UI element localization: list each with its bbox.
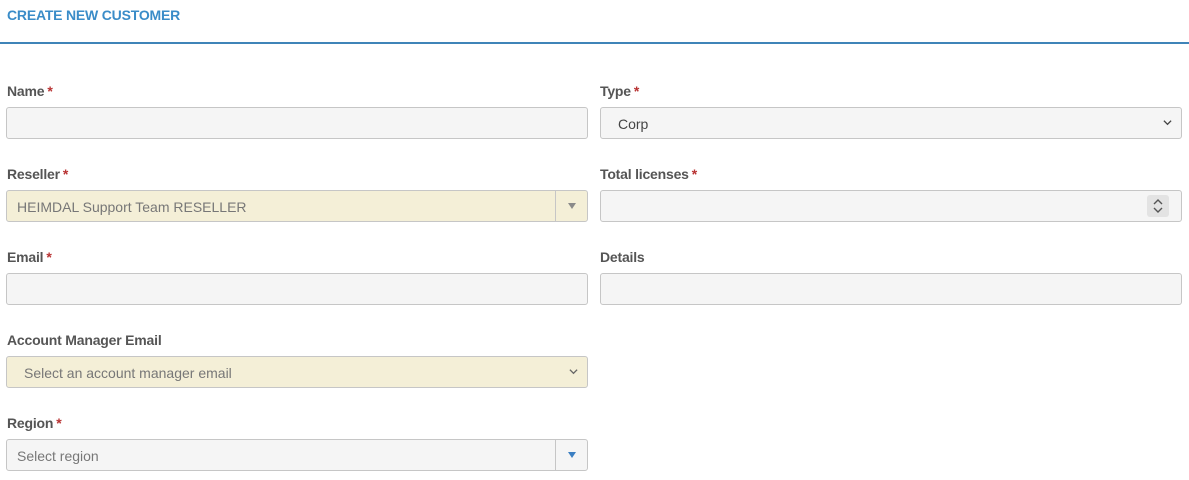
email-label-text: Email xyxy=(7,249,44,265)
spinner-updown-icon[interactable] xyxy=(1147,195,1169,217)
total-licenses-label-text: Total licenses xyxy=(600,166,689,182)
type-label-text: Type xyxy=(600,83,631,99)
account-manager-email-placeholder: Select an account manager email xyxy=(24,365,232,381)
reseller-select[interactable]: HEIMDAL Support Team RESELLER xyxy=(6,190,588,222)
name-label-text: Name xyxy=(7,83,45,99)
region-label: Region * xyxy=(7,415,62,431)
required-marker: * xyxy=(62,166,69,182)
required-marker: * xyxy=(691,166,698,182)
total-licenses-input[interactable] xyxy=(600,190,1182,222)
total-licenses-label: Total licenses * xyxy=(600,166,697,182)
required-marker: * xyxy=(46,249,52,265)
region-label-text: Region xyxy=(7,415,54,431)
title-divider xyxy=(0,42,1189,44)
email-input[interactable] xyxy=(6,273,588,305)
region-dropdown-button[interactable] xyxy=(555,440,587,470)
account-manager-email-label: Account Manager Email xyxy=(7,332,162,348)
type-select[interactable]: Corp xyxy=(600,107,1182,139)
reseller-label: Reseller * xyxy=(7,166,68,182)
caret-down-icon xyxy=(568,203,576,209)
chevron-down-icon xyxy=(1163,120,1172,126)
account-manager-email-label-text: Account Manager Email xyxy=(7,332,162,348)
details-input[interactable] xyxy=(600,273,1182,305)
region-select[interactable]: Select region xyxy=(6,439,588,471)
chevron-down-icon xyxy=(569,369,578,375)
account-manager-email-select[interactable]: Select an account manager email xyxy=(6,356,588,388)
details-label-text: Details xyxy=(600,249,645,265)
type-select-value: Corp xyxy=(618,116,649,132)
reseller-label-text: Reseller xyxy=(7,166,60,182)
reseller-dropdown-button[interactable] xyxy=(555,191,587,221)
name-input[interactable] xyxy=(6,107,588,139)
region-select-placeholder: Select region xyxy=(17,448,99,464)
required-marker: * xyxy=(47,83,53,99)
page-title: CREATE NEW CUSTOMER xyxy=(7,7,181,23)
type-label: Type * xyxy=(600,83,639,99)
caret-down-icon xyxy=(568,452,576,458)
required-marker: * xyxy=(56,415,62,431)
reseller-select-value: HEIMDAL Support Team RESELLER xyxy=(17,199,247,215)
email-label: Email * xyxy=(7,249,52,265)
name-label: Name * xyxy=(7,83,53,99)
required-marker: * xyxy=(633,83,640,99)
details-label: Details xyxy=(600,249,645,265)
spinner-arrows-icon xyxy=(1153,199,1163,213)
